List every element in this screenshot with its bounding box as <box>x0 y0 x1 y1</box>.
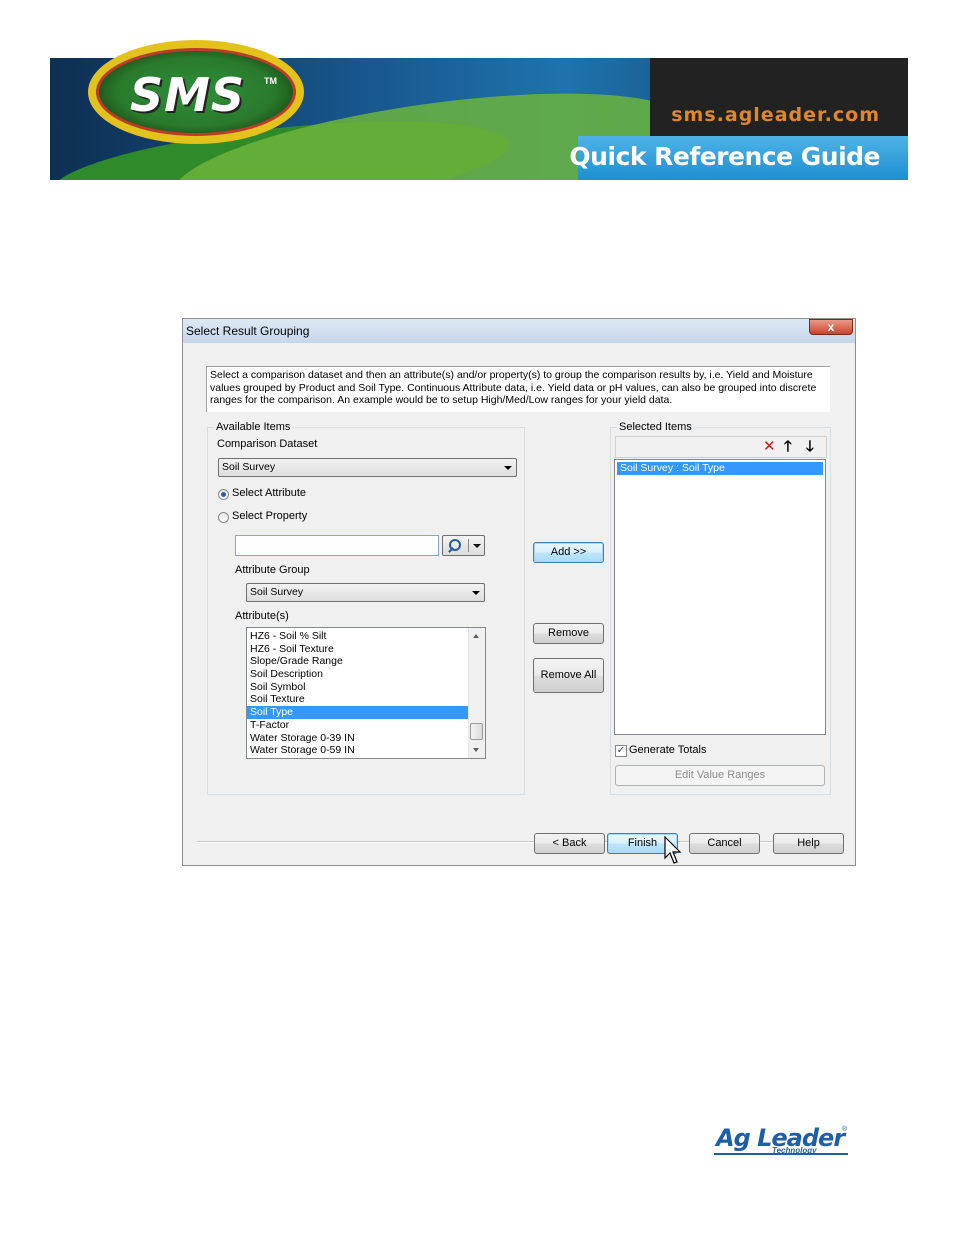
search-button[interactable] <box>442 535 485 556</box>
select-result-grouping-dialog: Select Result Grouping x Select a compar… <box>182 318 856 866</box>
list-item[interactable]: HZ6 - Soil % Silt <box>247 630 485 643</box>
move-up-icon[interactable]: 🡑 <box>784 438 792 456</box>
list-item[interactable]: T-Factor <box>247 719 485 732</box>
select-attribute-radio[interactable] <box>218 489 229 500</box>
sms-logo-text: SMS <box>130 68 246 122</box>
registered-mark: ® <box>842 1126 848 1133</box>
remove-button[interactable]: Remove <box>533 623 604 644</box>
scroll-thumb[interactable] <box>470 723 483 740</box>
list-item[interactable]: Soil Description <box>247 668 485 681</box>
available-items-label: Available Items <box>214 421 293 433</box>
select-property-radio[interactable] <box>218 512 229 523</box>
ag-leader-underline <box>714 1153 848 1155</box>
attributes-listbox[interactable]: HZ6 - Soil % Silt HZ6 - Soil Texture Slo… <box>246 627 486 759</box>
generate-totals-label: Generate Totals <box>629 744 707 756</box>
ag-leader-logo: Ag Leader ® Technology <box>712 1124 852 1160</box>
chevron-down-icon <box>473 544 481 548</box>
dialog-titlebar: Select Result Grouping x <box>183 319 855 343</box>
dialog-body: Select a comparison dataset and then an … <box>183 343 855 865</box>
list-item[interactable]: Slope/Grade Range <box>247 655 485 668</box>
comparison-dataset-select[interactable]: Soil Survey <box>218 458 517 477</box>
list-item[interactable]: HZ6 - Soil Texture <box>247 643 485 656</box>
back-button[interactable]: < Back <box>534 833 605 854</box>
dialog-title: Select Result Grouping <box>186 324 310 338</box>
attribute-search-input[interactable] <box>235 535 439 556</box>
banner-url: sms.agleader.com <box>671 104 880 126</box>
move-down-icon[interactable]: 🡓 <box>806 438 814 456</box>
add-button[interactable]: Add >> <box>533 542 604 563</box>
edit-value-ranges-button[interactable]: Edit Value Ranges <box>615 765 825 786</box>
mouse-cursor-icon <box>664 836 682 864</box>
list-item[interactable]: Water Storage 0-59 IN <box>247 744 485 757</box>
delete-icon[interactable]: ✕ <box>763 438 776 456</box>
comparison-dataset-value: Soil Survey <box>222 461 276 473</box>
generate-totals-checkbox[interactable]: ✓ <box>615 745 627 757</box>
list-item[interactable]: Soil Texture <box>247 693 485 706</box>
sms-logo: SMS TM <box>88 40 304 144</box>
instructions-text: Select a comparison dataset and then an … <box>206 366 830 412</box>
select-attribute-label: Select Attribute <box>232 487 306 499</box>
list-item-selected[interactable]: Soil Survey : Soil Type <box>617 462 823 475</box>
scroll-down-icon[interactable] <box>473 748 479 752</box>
chevron-down-icon <box>504 466 512 470</box>
scroll-up-icon[interactable] <box>473 634 479 638</box>
chevron-down-icon <box>472 591 480 595</box>
list-item[interactable]: Water Storage 0-39 IN <box>247 732 485 745</box>
selected-items-label: Selected Items <box>617 421 694 433</box>
selected-items-listbox[interactable]: Soil Survey : Soil Type <box>614 459 826 735</box>
attributes-scrollbar[interactable] <box>468 628 485 758</box>
close-button[interactable]: x <box>809 319 853 335</box>
comparison-dataset-label: Comparison Dataset <box>217 438 318 450</box>
search-button-separator <box>468 539 469 552</box>
cancel-button[interactable]: Cancel <box>689 833 760 854</box>
selected-items-toolbar: ✕ 🡑 🡓 <box>615 436 827 458</box>
trademark-mark: TM <box>264 76 277 86</box>
list-item-selected[interactable]: Soil Type <box>247 706 485 719</box>
attribute-group-label: Attribute Group <box>235 564 310 576</box>
help-button[interactable]: Help <box>773 833 844 854</box>
remove-all-button[interactable]: Remove All <box>533 658 604 693</box>
select-property-label: Select Property <box>232 510 308 522</box>
list-item[interactable]: Soil Symbol <box>247 681 485 694</box>
banner-guide-title: Quick Reference Guide <box>569 142 880 171</box>
available-items-group: Available Items Comparison Dataset Soil … <box>207 421 525 795</box>
attribute-group-select[interactable]: Soil Survey <box>246 583 485 602</box>
attribute-group-value: Soil Survey <box>250 586 304 598</box>
attributes-label: Attribute(s) <box>235 610 289 622</box>
close-icon: x <box>827 320 835 334</box>
